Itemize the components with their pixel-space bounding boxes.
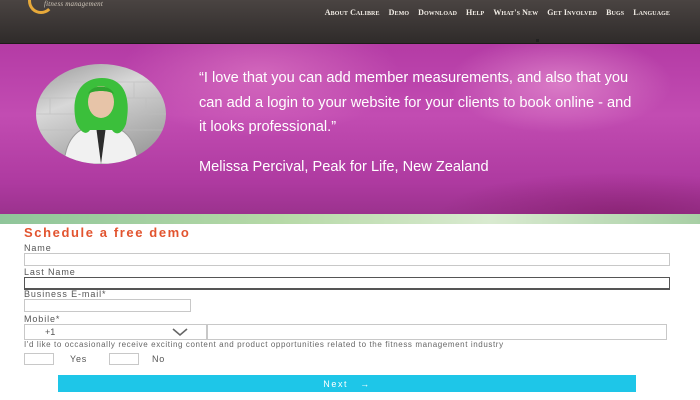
testimonial-quote: “I love that you can add member measurem… [199, 70, 632, 135]
next-button-label: Next [323, 378, 349, 389]
consent-yes-label: Yes [70, 354, 88, 364]
nav-about-calibre[interactable]: About Calibre [325, 8, 380, 17]
banner-bottom-strip [0, 214, 700, 224]
nav-download[interactable]: Download [418, 8, 457, 17]
business-email-input[interactable] [24, 299, 191, 312]
nav-demo[interactable]: Demo [389, 8, 410, 17]
last-name-input[interactable] [24, 277, 670, 290]
mobile-input[interactable] [207, 324, 667, 340]
person-photo-icon [36, 64, 166, 164]
nav-get-involved[interactable]: Get Involved [547, 8, 597, 17]
nav-whats-new[interactable]: What's New [493, 8, 538, 17]
nav-divider-dot [536, 39, 539, 42]
consent-no-label: No [152, 354, 166, 364]
consent-text: I'd like to occasionally receive excitin… [24, 340, 504, 349]
top-nav-bar: fitness management About Calibre Demo Do… [0, 0, 700, 44]
last-name-label: Last Name [24, 267, 76, 277]
form-title: Schedule a free demo [24, 225, 191, 240]
business-email-label: Business E-mail* [24, 289, 107, 299]
testimonial-author: Melissa Percival, Peak for Life, New Zea… [199, 159, 489, 175]
nav-bugs[interactable]: Bugs [606, 8, 624, 17]
next-button[interactable]: Next → [58, 375, 636, 392]
arrow-right-icon: → [360, 378, 371, 389]
name-label: Name [24, 243, 52, 253]
chevron-down-icon[interactable] [170, 325, 190, 339]
country-code-value: +1 [45, 327, 56, 337]
main-nav: About Calibre Demo Download Help What's … [325, 0, 670, 24]
nav-help[interactable]: Help [466, 8, 484, 17]
consent-yes-checkbox[interactable] [24, 353, 54, 365]
logo-tagline: fitness management [44, 0, 104, 8]
testimonial-avatar [36, 64, 166, 164]
consent-no-checkbox[interactable] [109, 353, 139, 365]
mobile-label: Mobile* [24, 314, 61, 324]
name-input[interactable] [24, 253, 670, 266]
nav-language[interactable]: Language [633, 8, 670, 17]
